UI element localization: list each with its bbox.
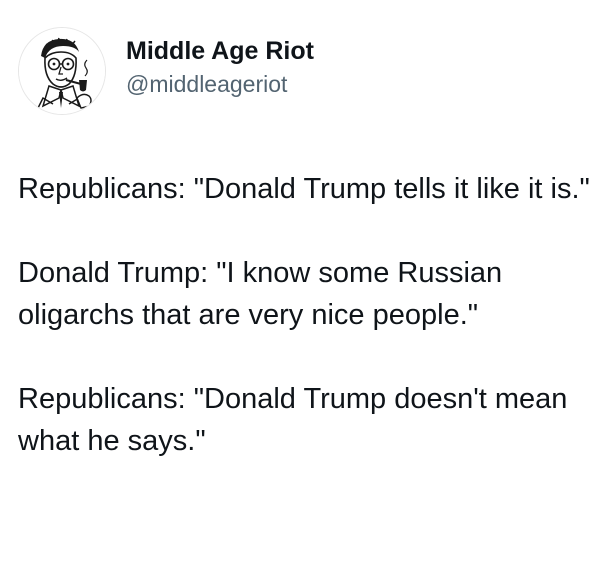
avatar-illustration-icon: [19, 28, 105, 114]
tweet-header: Middle Age Riot @middleageriot: [18, 27, 314, 115]
avatar[interactable]: [18, 27, 106, 115]
user-handle[interactable]: @middleageriot: [126, 69, 314, 99]
author-names: Middle Age Riot @middleageriot: [126, 35, 314, 99]
tweet: Middle Age Riot @middleageriot Republica…: [0, 0, 606, 562]
tweet-paragraph: Republicans: "Donald Trump doesn't mean …: [18, 383, 568, 457]
tweet-paragraph: Republicans: "Donald Trump tells it like…: [18, 173, 590, 205]
tweet-paragraph: Donald Trump: "I know some Russian oliga…: [18, 257, 503, 331]
tweet-text: Republicans: "Donald Trump tells it like…: [18, 168, 593, 462]
display-name[interactable]: Middle Age Riot: [126, 35, 314, 67]
